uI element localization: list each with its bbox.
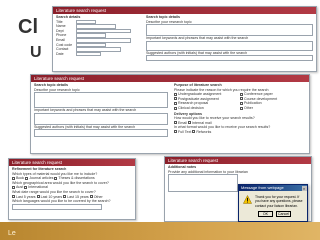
material-book-label: Book (16, 176, 25, 181)
slide-subtitle: U (30, 44, 42, 61)
topic-textarea[interactable] (146, 24, 313, 37)
date-10-checkbox[interactable] (36, 195, 40, 199)
date-5-label: Last 5 years (16, 194, 36, 199)
window-title: Literature search request (165, 157, 311, 164)
footer-bar (0, 222, 320, 240)
label-date: Date (56, 51, 64, 56)
geo-international-label: International (28, 185, 48, 190)
purpose-conference-label: Conference paper (244, 92, 273, 97)
geo-aust-checkbox[interactable] (12, 185, 15, 189)
keywords-textarea[interactable] (34, 112, 168, 125)
date-15-label: Last 15 years (67, 194, 89, 199)
format-refworks-label: Refworks (196, 129, 212, 134)
window-request-2: Literature search request Search topic d… (30, 74, 310, 154)
dialog-message: Thank you for your request. If you have … (255, 195, 303, 208)
window-request-1: Literature search request Search details… (52, 6, 317, 72)
date-other-checkbox[interactable] (89, 195, 93, 199)
authors-textarea[interactable] (34, 129, 168, 138)
material-journal-checkbox[interactable] (25, 176, 29, 180)
dialog-titlebar: Message from webpage × (239, 185, 307, 191)
format-fulltext-label: Full Text (178, 129, 192, 134)
purpose-course-label: Course development (244, 96, 278, 101)
purpose-course-checkbox[interactable] (240, 97, 243, 101)
window-title: Literature search request (9, 159, 135, 166)
authors-textarea[interactable] (146, 55, 313, 62)
label-additional-desc: Provide any additional information to yo… (168, 169, 248, 174)
date-10-label: Last 10 years (40, 194, 63, 199)
ok-button[interactable]: OK (258, 211, 273, 217)
date-5-checkbox[interactable] (12, 195, 15, 199)
format-fulltext-checkbox[interactable] (174, 130, 177, 134)
geo-international-checkbox[interactable] (24, 185, 28, 189)
window-request-3: Literature search request Refinement for… (8, 158, 136, 220)
date-other-label: Other (93, 194, 103, 199)
date-field[interactable] (76, 51, 101, 57)
purpose-other-label: Other (244, 105, 253, 110)
purpose-publication-label: Publication (244, 101, 262, 106)
window-title: Literature search request (53, 7, 316, 14)
geo-aust-label: Aust (16, 185, 24, 190)
purpose-research-checkbox[interactable] (174, 101, 177, 105)
material-journal-label: Journal articles (29, 176, 54, 181)
window-title: Literature search request (31, 75, 309, 82)
warning-icon (243, 195, 252, 204)
delivery-email-label: Email (178, 120, 187, 125)
material-theses-checkbox[interactable] (54, 176, 58, 180)
purpose-research-label: Research proposal (178, 101, 209, 106)
purpose-clinical-checkbox[interactable] (174, 106, 177, 110)
date-15-checkbox[interactable] (63, 195, 67, 199)
keywords-textarea[interactable] (146, 40, 313, 51)
purpose-postgrad-checkbox[interactable] (174, 97, 177, 101)
material-book-checkbox[interactable] (12, 176, 15, 180)
topic-textarea[interactable] (34, 92, 168, 109)
cancel-button[interactable]: Cancel (276, 211, 291, 217)
purpose-undergrad-checkbox[interactable] (174, 92, 177, 96)
slide-title: Cl (18, 16, 38, 38)
purpose-conference-checkbox[interactable] (240, 92, 243, 96)
purpose-clinical-label: Clinical decision (178, 105, 204, 110)
delivery-internal-label: Internal mail (192, 120, 212, 125)
label-languages: Which languages would you like to be cov… (12, 199, 111, 204)
delivery-internal-checkbox[interactable] (188, 121, 191, 125)
languages-textarea[interactable] (12, 203, 102, 210)
dialog-title: Message from webpage (241, 185, 284, 190)
material-theses-label: Theses & dissertations (58, 176, 95, 181)
close-icon[interactable]: × (301, 185, 307, 191)
purpose-other-checkbox[interactable] (240, 106, 243, 110)
delivery-email-checkbox[interactable] (174, 121, 177, 125)
notes-textarea[interactable] (168, 174, 238, 193)
format-refworks-checkbox[interactable] (192, 130, 196, 134)
purpose-postgrad-label: Postgraduate assignment (178, 96, 219, 101)
footer-text: Le (8, 230, 16, 237)
message-dialog: Message from webpage × Thank you for you… (238, 184, 308, 222)
purpose-undergrad-label: Undergraduate assignment (178, 92, 222, 97)
purpose-publication-checkbox[interactable] (240, 101, 243, 105)
